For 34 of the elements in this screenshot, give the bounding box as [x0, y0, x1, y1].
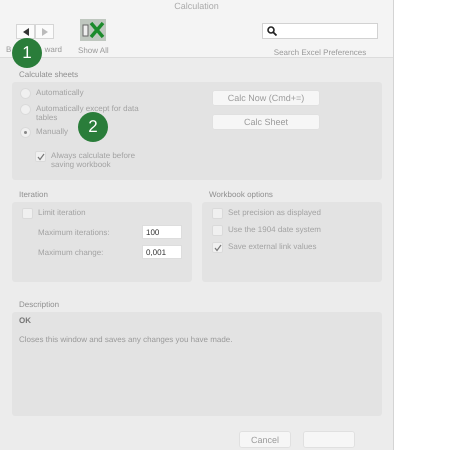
- description-text: Closes this window and saves any changes you have made.: [19, 335, 234, 344]
- search-caption: Search Excel Preferences: [274, 48, 366, 57]
- field-label: Maximum change:: [38, 248, 104, 256]
- checkbox[interactable]: [35, 151, 46, 162]
- toolbar-label: Show All: [78, 46, 109, 55]
- search-field[interactable]: [262, 23, 378, 39]
- group-title: Calculate sheets: [19, 70, 80, 79]
- option-label: Always calculate before saving workbook: [51, 151, 136, 169]
- window-title: Calculation: [0, 0, 393, 12]
- left-triangle-icon: [22, 28, 30, 36]
- option-label: Use the 1904 date system: [228, 225, 321, 234]
- option-label: Manually: [36, 127, 68, 136]
- toolbar-label: ward: [44, 45, 62, 54]
- calc-button[interactable]: Calc Sheet: [212, 114, 320, 130]
- back-button[interactable]: [16, 24, 35, 39]
- option-label: Set precision as displayed: [228, 208, 321, 217]
- checkbox[interactable]: [212, 242, 223, 253]
- description-heading: OK: [19, 316, 32, 325]
- right-triangle-icon: [40, 28, 48, 36]
- calc-button[interactable]: Calc Now (Cmd+=): [212, 90, 320, 106]
- cancel-button[interactable]: Cancel: [239, 431, 291, 448]
- input-field[interactable]: 100: [142, 225, 182, 239]
- option-label: Limit iteration: [38, 208, 86, 217]
- group-title: Iteration: [19, 190, 49, 199]
- radio-button[interactable]: [20, 127, 31, 138]
- group-title: Description: [19, 300, 60, 309]
- search-icon: [267, 26, 277, 36]
- option-label: Automatically: [36, 88, 84, 97]
- option-label: Save external link values: [228, 242, 316, 251]
- input-field[interactable]: 0,001: [142, 245, 182, 259]
- field-label: Maximum iterations:: [38, 228, 110, 236]
- show-all-icon[interactable]: [80, 19, 106, 41]
- group-title: Workbook options: [209, 190, 274, 199]
- toolbar-label: B: [6, 45, 12, 54]
